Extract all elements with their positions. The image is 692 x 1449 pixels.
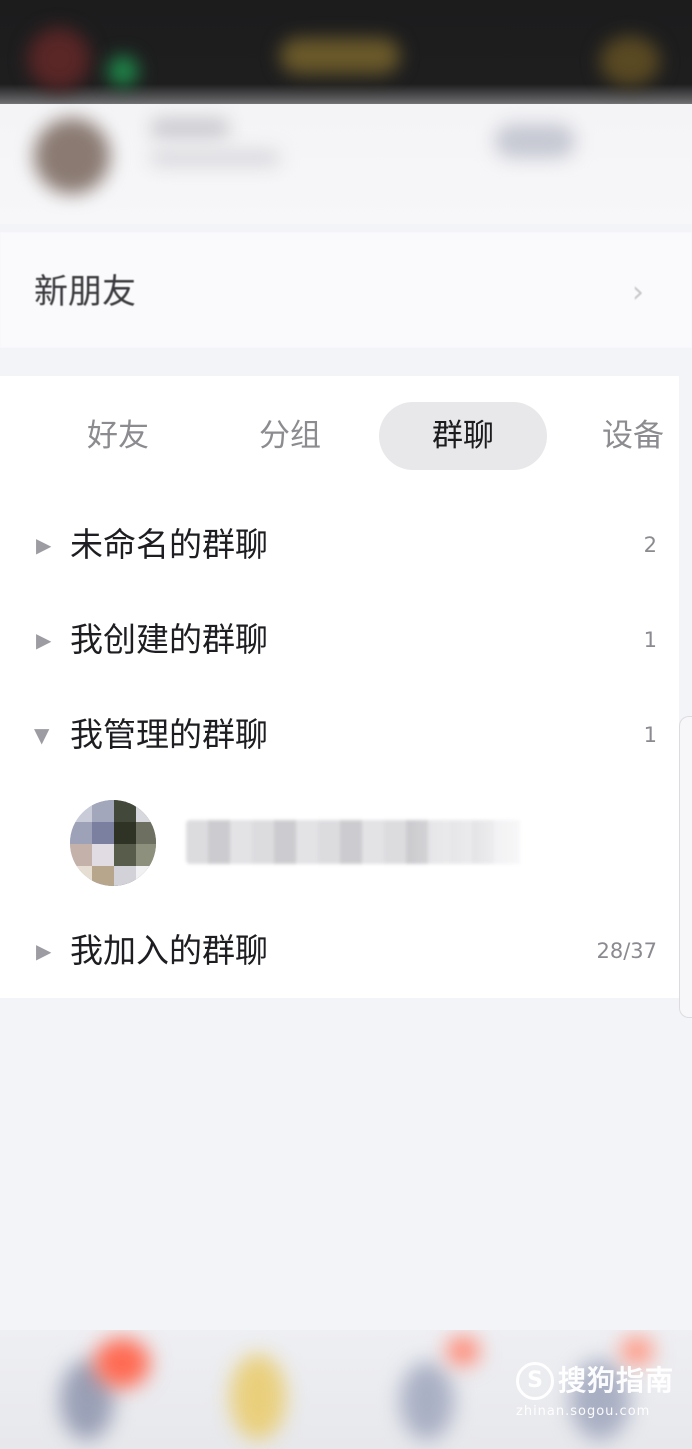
- new-friends-row[interactable]: 新朋友 ›: [0, 232, 692, 348]
- profile-strip-blurred: [0, 104, 692, 224]
- group-count: 2: [643, 533, 657, 557]
- triangle-down-icon: ▼: [34, 723, 50, 747]
- group-chat-item[interactable]: [0, 790, 679, 894]
- group-chat-avatar-pixelated: [70, 800, 156, 886]
- profile-name-blurred: [150, 118, 230, 138]
- unread-badge: [446, 1336, 480, 1366]
- group-joined-chats[interactable]: ▶ 我加入的群聊 28/37: [0, 916, 679, 986]
- group-managed-chats[interactable]: ▼ 我管理的群聊 1: [0, 700, 679, 770]
- contact-tabs: 好友 分组 群聊 设备: [0, 376, 692, 496]
- unread-badge: [94, 1338, 150, 1388]
- group-count: 1: [643, 723, 657, 747]
- title-blurred: [280, 38, 400, 74]
- nav-discover-icon[interactable]: [400, 1362, 454, 1440]
- chevron-right-icon: ›: [632, 275, 644, 310]
- watermark-text: 搜狗指南: [558, 1364, 675, 1397]
- profile-subtitle-blurred: [150, 150, 280, 166]
- group-count: 1: [643, 628, 657, 652]
- group-name: 我创建的群聊: [70, 620, 268, 659]
- contacts-panel: 好友 分组 群聊 设备 ▶ 未命名的群聊 2 ▶ 我创建的群聊 1 ▼ 我管理的…: [0, 376, 679, 998]
- group-count: 28/37: [596, 939, 657, 963]
- group-name: 我管理的群聊: [70, 715, 268, 754]
- nav-contacts-icon[interactable]: [230, 1354, 286, 1440]
- side-index-scrollbar[interactable]: [679, 716, 692, 1018]
- group-unnamed-chats[interactable]: ▶ 未命名的群聊 2: [0, 510, 679, 580]
- triangle-right-icon: ▶: [36, 533, 52, 557]
- triangle-right-icon: ▶: [36, 939, 52, 963]
- add-icon-blurred[interactable]: [600, 36, 660, 86]
- triangle-right-icon: ▶: [36, 628, 52, 652]
- group-name: 未命名的群聊: [70, 525, 268, 564]
- watermark-url: zhinan.sogou.com: [516, 1404, 651, 1419]
- profile-action-blurred[interactable]: [495, 124, 575, 158]
- profile-avatar-blurred: [34, 118, 110, 194]
- group-created-chats[interactable]: ▶ 我创建的群聊 1: [0, 605, 679, 675]
- new-friends-label: 新朋友: [34, 272, 136, 312]
- tab-group-chats[interactable]: 群聊: [379, 402, 547, 470]
- online-status-icon: [108, 56, 138, 86]
- group-chat-name-pixelated: [186, 820, 520, 864]
- tab-friends[interactable]: 好友: [30, 402, 206, 470]
- user-avatar-blurred[interactable]: [28, 28, 90, 90]
- sogou-logo-icon: S: [516, 1362, 554, 1400]
- tab-devices[interactable]: 设备: [564, 402, 692, 470]
- watermark: S 搜狗指南 zhinan.sogou.com: [514, 1360, 692, 1430]
- tab-groups[interactable]: 分组: [202, 402, 378, 470]
- top-bar: [0, 0, 692, 112]
- group-name: 我加入的群聊: [70, 931, 268, 970]
